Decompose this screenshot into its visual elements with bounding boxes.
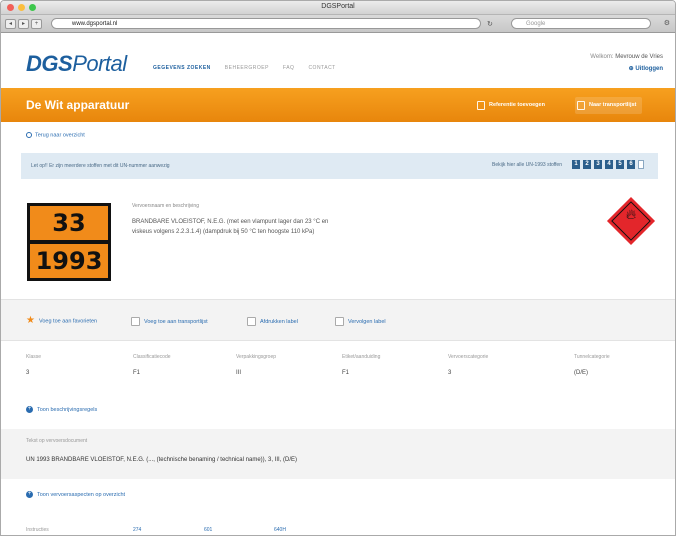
back-icon [26,132,32,138]
flame-icon: 🔥︎ [625,206,637,222]
instruction-link[interactable]: 601 [204,527,212,533]
add-transport-button[interactable]: Voeg toe aan transportlijst [131,317,208,326]
title-bar: DGSPortal [1,1,675,15]
pager-item[interactable]: 4 [605,160,613,169]
main-nav: GEGEVENS ZOEKEN BEHEERGROEP FAQ CONTACT [153,65,336,71]
back-arrow-icon[interactable]: ◂ [5,19,16,29]
pager-next-icon[interactable] [638,160,644,169]
list-icon [131,317,140,326]
pager-item[interactable]: 5 [616,160,624,169]
print-label-button[interactable]: Afdrukken label [247,317,298,326]
plus-icon: + [26,406,33,413]
instruction-link[interactable]: 640H [274,527,286,533]
window-title: DGSPortal [321,3,355,10]
site-header: DGSPortal GEGEVENS ZOEKEN BEHEERGROEP FA… [1,34,675,88]
substance-description: BRANDBARE VLOEISTOF, N.E.G. (met een vla… [132,219,329,235]
warning-text: Let op!! Er zijn meerdere stoffen met di… [31,163,170,169]
pager-item[interactable]: 3 [594,160,602,169]
reload-icon[interactable]: ↻ [487,20,493,28]
property: Classificatiecode F1 [133,354,171,376]
logo[interactable]: DGSPortal [26,51,127,77]
pager-item[interactable]: 1 [572,160,580,169]
transport-doc-text: UN 1993 BRANDBARE VLOEISTOF, N.E.G. (...… [26,457,297,463]
description-label: Vervoersnaam en beschrijving [132,203,199,209]
document-icon [477,101,485,110]
search-input[interactable]: Google [511,18,651,29]
un-pager-label[interactable]: Bekijk hier alle UN-1993 stoffen [492,162,562,168]
add-icon[interactable]: + [31,19,42,29]
user-box: Welkom: Mevrouw de Vries ⊕ Uitloggen [590,54,663,72]
transport-list-button[interactable]: Naar transportlijst [575,97,643,114]
document-icon [335,317,344,326]
follow-label-button[interactable]: Vervolgen label [335,317,386,326]
add-reference-button[interactable]: Referentie toevoegen [475,97,545,114]
forward-arrow-icon[interactable]: ▸ [18,19,29,29]
page-title: De Wit apparatuur [26,98,130,112]
instructions-label: Instructies [26,527,49,533]
show-transport-link[interactable]: + Toon vervoersaspecten op overzicht [26,491,125,498]
address-bar[interactable]: www.dgsportal.nl [51,18,481,29]
history-buttons: ◂ ▸ + [5,19,42,29]
logout-link[interactable]: ⊕ Uitloggen [590,65,663,72]
nav-beheergroep[interactable]: BEHEERGROEP [225,65,269,71]
back-link[interactable]: Terug naar overzicht [26,132,85,138]
pager-item[interactable]: 2 [583,160,591,169]
hazard-plate: 33 1993 [27,203,111,281]
list-icon [577,101,585,110]
printer-icon [247,317,256,326]
star-icon: ★ [26,315,35,326]
show-rules-link[interactable]: + Toon beschrijvingsregels [26,406,97,413]
property: Tunnelcategorie (D/E) [574,354,610,376]
nav-faq[interactable]: FAQ [283,65,295,71]
browser-window: DGSPortal ◂ ▸ + www.dgsportal.nl ↻ Googl… [0,0,676,536]
transport-doc-section: Tekst op vervoersdocument UN 1993 BRANDB… [1,429,675,479]
pager-item[interactable]: 6 [627,160,635,169]
user-name: Mevrouw de Vries [615,54,663,60]
settings-icon[interactable]: ⚙ [664,19,670,27]
page-header-bar: De Wit apparatuur Referentie toevoegen N… [1,88,675,122]
browser-toolbar: ◂ ▸ + www.dgsportal.nl ↻ Google ⚙ [1,15,675,33]
un-number: 1993 [30,244,108,278]
instruction-link[interactable]: 274 [133,527,141,533]
kemler-code: 33 [30,206,108,240]
un-pager: Bekijk hier alle UN-1993 stoffen 1 2 3 4… [492,160,644,169]
property: Vervoerscategorie 3 [448,354,489,376]
property: Etiket/aanduiding F1 [342,354,381,376]
add-favorite-button[interactable]: ★ Voeg toe aan favorieten [26,315,97,326]
nav-contact[interactable]: CONTACT [308,65,335,71]
transport-doc-label: Tekst op vervoersdocument [26,438,88,444]
user-prefix: Welkom: [590,54,614,60]
plus-icon: + [26,491,33,498]
property: Klasse 3 [26,354,42,376]
action-bar: ★ Voeg toe aan favorieten Voeg toe aan tr… [1,299,675,341]
warning-bar: Let op!! Er zijn meerdere stoffen met di… [21,153,658,179]
property: Verpakkingsgroep III [236,354,277,376]
nav-gegevens-zoeken[interactable]: GEGEVENS ZOEKEN [153,65,211,71]
